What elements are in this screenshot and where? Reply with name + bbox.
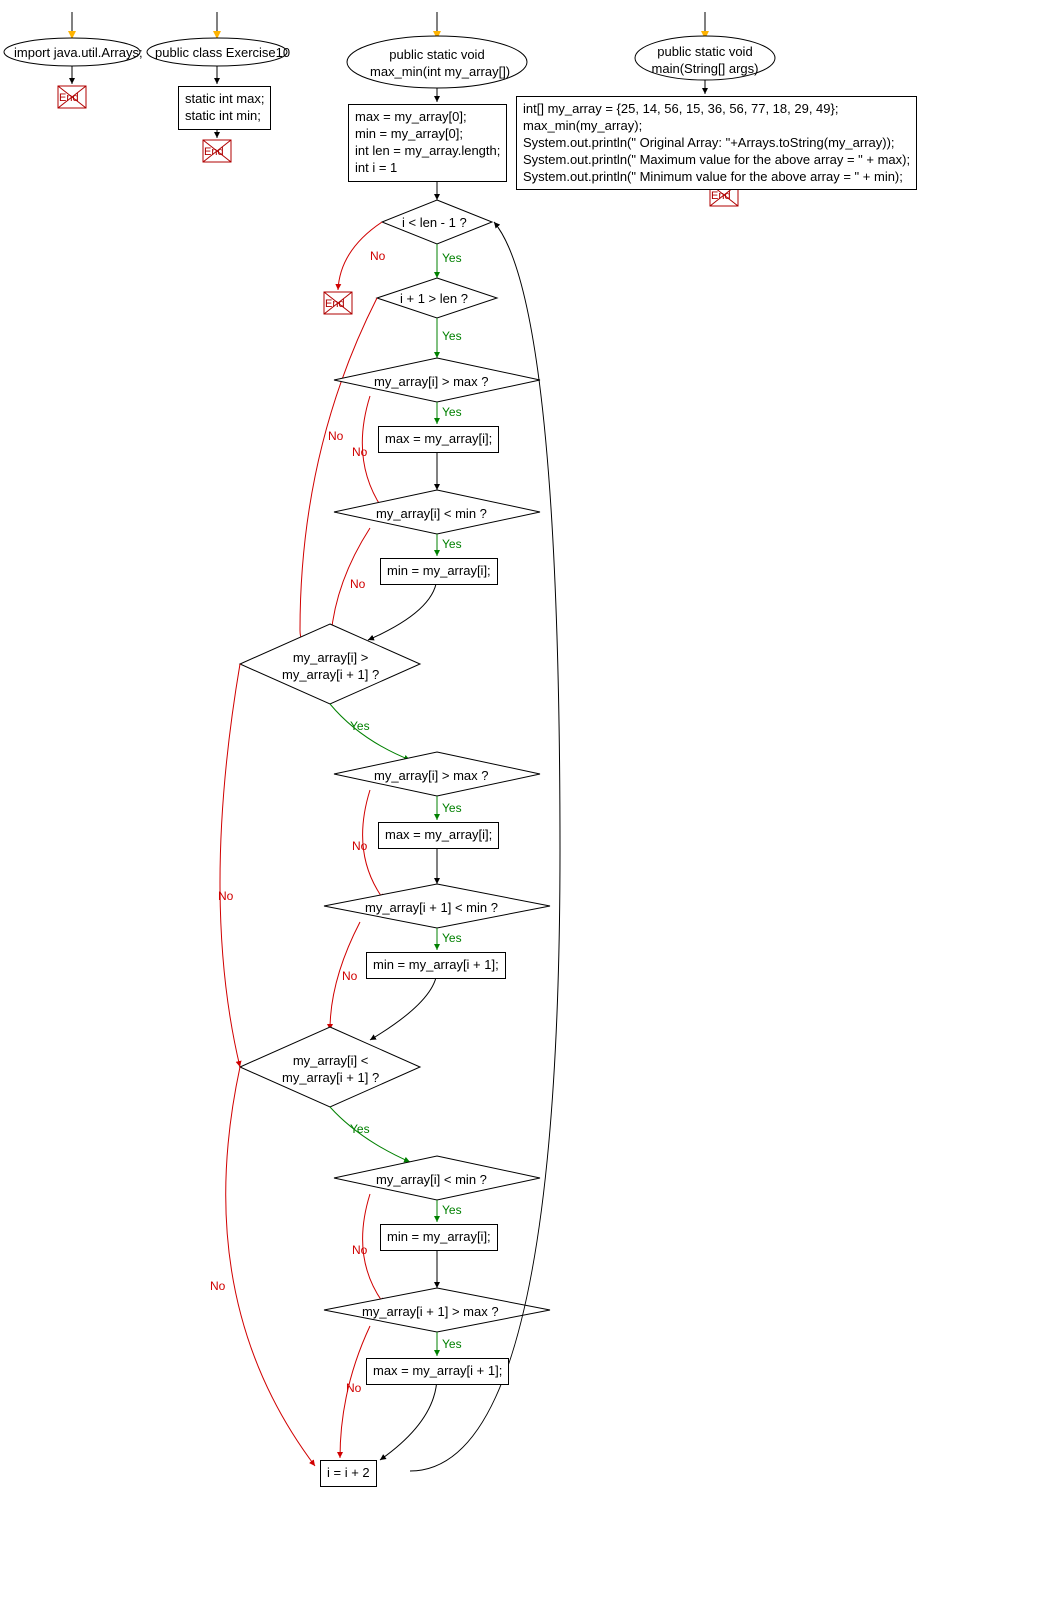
svg-text:Yes: Yes <box>442 405 462 419</box>
d-lt-min2: my_array[i + 1] < min ? <box>365 900 498 917</box>
d-plus1: i + 1 > len ? <box>400 291 468 308</box>
a-max1: max = my_array[i]; <box>378 426 499 453</box>
svg-text:No: No <box>342 969 358 983</box>
svg-text:No: No <box>346 1381 362 1395</box>
node-main-sig: public static void main(String[] args) <box>650 44 760 78</box>
svg-text:No: No <box>370 249 386 263</box>
d-gt-max1: my_array[i] > max ? <box>374 374 489 391</box>
svg-text:Yes: Yes <box>442 1337 462 1351</box>
end-class: End <box>204 145 224 159</box>
svg-text:No: No <box>352 1243 368 1257</box>
d-gt-max3: my_array[i + 1] > max ? <box>362 1304 499 1321</box>
a-min3: min = my_array[i]; <box>380 1224 498 1251</box>
flowchart-svg: Yes No Yes No Yes No Yes No Yes No Yes N… <box>0 0 1055 1598</box>
node-class-body: static int max; static int min; <box>178 86 271 130</box>
d-cmp: my_array[i] > my_array[i + 1] ? <box>282 650 379 684</box>
a-max2: max = my_array[i]; <box>378 822 499 849</box>
svg-text:No: No <box>210 1279 226 1293</box>
d-cmp2: my_array[i] < my_array[i + 1] ? <box>282 1053 379 1087</box>
svg-text:No: No <box>218 889 234 903</box>
end-main: End <box>711 189 731 203</box>
end-import: End <box>59 91 79 105</box>
a-min2: min = my_array[i + 1]; <box>366 952 506 979</box>
a-inc: i = i + 2 <box>320 1460 377 1487</box>
d-lt-min1: my_array[i] < min ? <box>376 506 487 523</box>
svg-text:No: No <box>352 839 368 853</box>
node-maxmin-sig: public static void max_min(int my_array[… <box>370 47 504 81</box>
svg-text:Yes: Yes <box>350 1122 370 1136</box>
svg-text:Yes: Yes <box>350 719 370 733</box>
svg-text:Yes: Yes <box>442 537 462 551</box>
a-min1: min = my_array[i]; <box>380 558 498 585</box>
node-main-body: int[] my_array = {25, 14, 56, 15, 36, 56… <box>516 96 917 190</box>
node-maxmin-init: max = my_array[0]; min = my_array[0]; in… <box>348 104 507 182</box>
svg-text:No: No <box>352 445 368 459</box>
svg-text:Yes: Yes <box>442 251 462 265</box>
node-import: import java.util.Arrays; <box>14 45 130 62</box>
svg-text:No: No <box>350 577 366 591</box>
svg-text:Yes: Yes <box>442 931 462 945</box>
svg-text:No: No <box>328 429 344 443</box>
node-class: public class Exercise10 <box>155 45 279 62</box>
svg-text:Yes: Yes <box>442 329 462 343</box>
d-len: i < len - 1 ? <box>402 215 467 232</box>
a-max3: max = my_array[i + 1]; <box>366 1358 509 1385</box>
d-lt-min3: my_array[i] < min ? <box>376 1172 487 1189</box>
d-gt-max2: my_array[i] > max ? <box>374 768 489 785</box>
svg-text:Yes: Yes <box>442 1203 462 1217</box>
svg-text:Yes: Yes <box>442 801 462 815</box>
end-maxmin: End <box>325 297 345 311</box>
